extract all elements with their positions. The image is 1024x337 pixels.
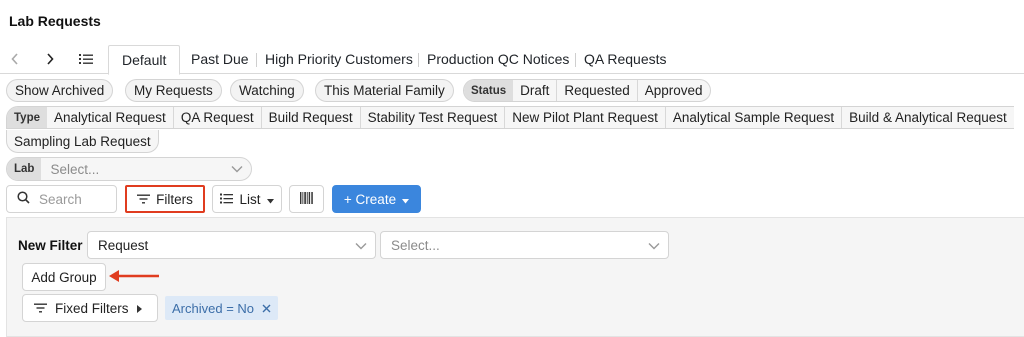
type-option-build-request[interactable]: Build Request <box>260 107 360 128</box>
tab-production-qc-notices[interactable]: Production QC Notices <box>417 45 579 74</box>
type-option-new-pilot-plant-request[interactable]: New Pilot Plant Request <box>504 107 665 128</box>
status-option-approved[interactable]: Approved <box>636 80 710 101</box>
filter-operator-select[interactable]: Select... <box>380 231 669 259</box>
chevron-right-icon[interactable] <box>41 50 59 68</box>
lab-filter-placeholder: Select... <box>50 161 100 177</box>
tab-past-due[interactable]: Past Due <box>181 45 259 74</box>
my-requests-toggle[interactable]: My Requests <box>125 79 222 102</box>
status-filter-label: Status <box>464 80 514 101</box>
list-icon <box>220 192 234 207</box>
lab-filter-select[interactable]: Lab Select... <box>6 157 252 181</box>
new-filter-label: New Filter <box>18 238 83 253</box>
search-input[interactable] <box>39 191 113 207</box>
filters-button[interactable]: Filters <box>125 185 205 213</box>
type-option-build-analytical-request[interactable]: Build & Analytical Request <box>841 107 1014 128</box>
status-option-draft[interactable]: Draft <box>513 80 556 101</box>
list-views-icon[interactable] <box>77 50 95 68</box>
status-filter-group: Status Draft Requested Approved <box>463 79 711 102</box>
type-option-sampling-lab-request[interactable]: Sampling Lab Request <box>7 130 158 152</box>
chevron-left-icon[interactable] <box>6 50 24 68</box>
type-filter-group: Type Analytical Request QA Request Build… <box>6 106 1014 129</box>
active-filter-chip-label: Archived = No <box>172 300 255 316</box>
filter-lines-icon <box>137 192 151 207</box>
search-field[interactable] <box>6 185 117 213</box>
status-option-requested[interactable]: Requested <box>556 80 636 101</box>
tab-high-priority-customers[interactable]: High Priority Customers <box>255 45 423 74</box>
barcode-icon <box>300 191 313 207</box>
lab-filter-label: Lab <box>7 158 42 180</box>
active-filter-chip[interactable]: Archived = No <box>165 296 279 320</box>
caret-down-icon <box>402 192 410 207</box>
fixed-filters-label: Fixed Filters <box>55 300 129 316</box>
page-title: Lab Requests <box>9 13 101 29</box>
list-view-dropdown[interactable]: List <box>212 185 282 213</box>
chevron-down-icon <box>648 238 660 253</box>
annotation-arrow-icon <box>109 270 159 282</box>
filter-field-select[interactable]: Request <box>87 231 376 259</box>
type-filter-group-overflow: Sampling Lab Request <box>6 130 159 153</box>
filter-lines-icon <box>34 301 47 316</box>
type-filter-label: Type <box>7 107 47 128</box>
fixed-filters-button[interactable]: Fixed Filters <box>22 294 158 322</box>
close-icon[interactable] <box>262 301 271 316</box>
type-option-stability-test-request[interactable]: Stability Test Request <box>359 107 505 128</box>
show-archived-toggle[interactable]: Show Archived <box>6 79 114 102</box>
filter-operator-placeholder: Select... <box>391 237 440 253</box>
add-group-button[interactable]: Add Group <box>22 263 106 291</box>
watching-toggle[interactable]: Watching <box>230 79 304 102</box>
chevron-down-icon <box>223 158 251 180</box>
create-button-label: + Create <box>343 191 397 207</box>
tab-default[interactable]: Default <box>108 45 181 75</box>
view-tabs-bar: Default Past Due High Priority Customers… <box>0 45 1024 75</box>
type-option-analytical-sample-request[interactable]: Analytical Sample Request <box>664 107 841 128</box>
create-button[interactable]: + Create <box>332 185 421 213</box>
search-icon <box>17 191 30 207</box>
caret-right-icon <box>136 301 142 316</box>
list-view-label: List <box>239 191 261 207</box>
filter-field-value: Request <box>98 237 149 253</box>
barcode-scan-button[interactable] <box>289 185 324 213</box>
filters-button-label: Filters <box>156 191 193 207</box>
tab-qa-requests[interactable]: QA Requests <box>574 45 677 74</box>
chevron-down-icon <box>355 238 367 253</box>
caret-down-icon <box>266 192 274 207</box>
type-option-qa-request[interactable]: QA Request <box>172 107 261 128</box>
type-option-analytical-request[interactable]: Analytical Request <box>47 107 173 128</box>
this-material-family-toggle[interactable]: This Material Family <box>315 79 454 102</box>
